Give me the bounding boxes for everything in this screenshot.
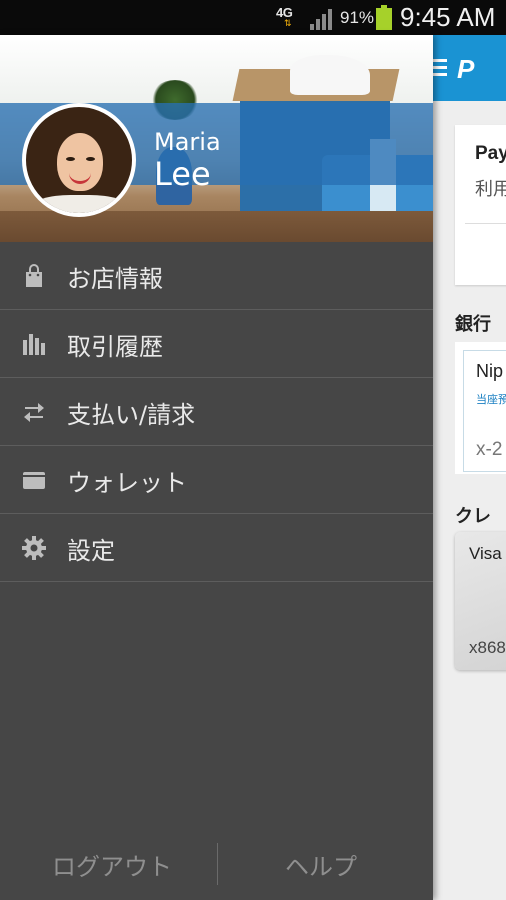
menu-item-label: 取引履歴 (67, 333, 163, 361)
menu-item-payment-request[interactable]: 支払い/請求 (0, 378, 433, 446)
menu-icon[interactable] (433, 59, 447, 76)
menu-item-label: 設定 (67, 537, 115, 565)
footer-divider (217, 843, 218, 885)
card-number: x868 (469, 638, 506, 657)
bank-section: Nip 当座預 x-2 (455, 342, 506, 474)
avatar[interactable] (22, 103, 136, 217)
bank-account-number: x-2 (476, 439, 503, 460)
card-brand: Visa (469, 544, 502, 563)
app-header: P (433, 35, 506, 101)
balance-card-subtitle: 利用 (475, 179, 506, 200)
main-app-screen: P Pay 利用 銀行口 Nip 当座預 x-2 クレジ Visa x868 (433, 35, 506, 900)
signal-strength-icon (310, 9, 332, 30)
status-bar: 4G ⇅ 91% 9:45 AM (0, 0, 506, 35)
menu-item-label: 支払い/請求 (67, 401, 196, 429)
divider (465, 223, 506, 224)
wallet-icon (23, 472, 45, 489)
credit-card[interactable]: Visa x868 (455, 532, 506, 670)
network-type-label: 4G (276, 5, 293, 20)
logout-button[interactable]: ログアウト (52, 847, 172, 882)
bank-account-type: 当座預 (476, 393, 506, 406)
gear-icon (22, 536, 46, 560)
data-activity-icon: ⇅ (284, 19, 292, 29)
menu-item-label: お店情報 (67, 265, 163, 293)
menu-item-wallet[interactable]: ウォレット (0, 446, 433, 514)
bank-account-card[interactable]: Nip 当座預 x-2 (463, 350, 506, 472)
profile-first-name: Maria (154, 128, 221, 156)
shopping-bag-icon (26, 264, 42, 287)
profile-last-name: Lee (154, 155, 211, 193)
balance-card-title: Pay (475, 143, 506, 164)
bank-name: Nip (476, 361, 504, 381)
bar-chart-icon (23, 334, 45, 355)
help-button[interactable]: ヘルプ (285, 847, 357, 882)
balance-card[interactable]: Pay 利用 (455, 125, 506, 285)
clock: 9:45 AM (400, 2, 496, 32)
paypal-logo-icon: P (457, 54, 475, 84)
transfer-arrows-icon (24, 403, 44, 422)
battery-icon (376, 5, 392, 30)
menu-item-label: ウォレット (67, 469, 187, 497)
drawer-menu: お店情報 取引履歴 支払い/請求 ウォレット 設定 (0, 242, 433, 582)
navigation-drawer: Maria Lee お店情報 取引履歴 支払い/請求 ウォレット 設定 ログアウ… (0, 35, 433, 900)
drawer-footer: ログアウト ヘルプ (0, 835, 433, 900)
profile-header[interactable]: Maria Lee (0, 35, 433, 242)
menu-item-shop-info[interactable]: お店情報 (0, 242, 433, 310)
menu-item-transaction-history[interactable]: 取引履歴 (0, 310, 433, 378)
battery-percent: 91% (340, 8, 375, 27)
menu-item-settings[interactable]: 設定 (0, 514, 433, 582)
